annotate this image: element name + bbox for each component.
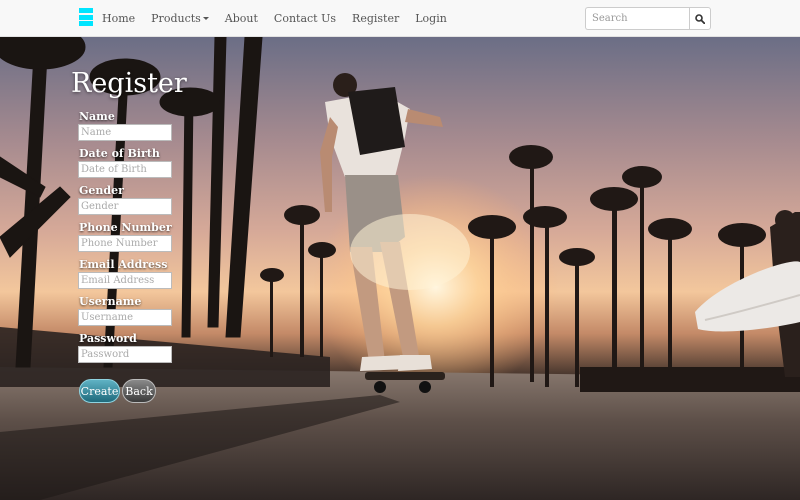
- register-title: Register: [71, 68, 187, 99]
- nav-products[interactable]: Products: [151, 12, 209, 25]
- password-label: Password: [79, 332, 137, 345]
- nav-products-label: Products: [151, 11, 201, 25]
- nav-about[interactable]: About: [225, 12, 258, 25]
- nav-contact-us[interactable]: Contact Us: [274, 12, 336, 25]
- phone-number-input[interactable]: [78, 235, 172, 252]
- nav-register[interactable]: Register: [352, 12, 399, 25]
- email-address-input[interactable]: [78, 272, 172, 289]
- date-of-birth-input[interactable]: [78, 161, 172, 178]
- date-of-birth-label: Date of Birth: [79, 147, 160, 160]
- back-button[interactable]: Back: [122, 379, 156, 403]
- nav-home[interactable]: Home: [102, 12, 135, 25]
- phone-number-label: Phone Number: [79, 221, 172, 234]
- search-button[interactable]: [689, 7, 711, 30]
- nav-login[interactable]: Login: [415, 12, 447, 25]
- caret-down-icon: [202, 17, 209, 20]
- gender-label: Gender: [79, 184, 124, 197]
- nav-links: Home Products About Contact Us Register …: [102, 0, 463, 36]
- create-button[interactable]: Create: [79, 379, 120, 403]
- email-address-label: Email Address: [79, 258, 168, 271]
- gender-input[interactable]: [78, 198, 172, 215]
- navbar: Home Products About Contact Us Register …: [0, 0, 800, 37]
- name-label: Name: [79, 110, 115, 123]
- username-label: Username: [79, 295, 142, 308]
- search-bar: [585, 7, 711, 30]
- username-input[interactable]: [78, 309, 172, 326]
- password-input[interactable]: [78, 346, 172, 363]
- name-input[interactable]: [78, 124, 172, 141]
- search-icon: [695, 13, 705, 24]
- search-input[interactable]: [585, 7, 689, 30]
- brand-hamburger-icon[interactable]: [79, 8, 93, 26]
